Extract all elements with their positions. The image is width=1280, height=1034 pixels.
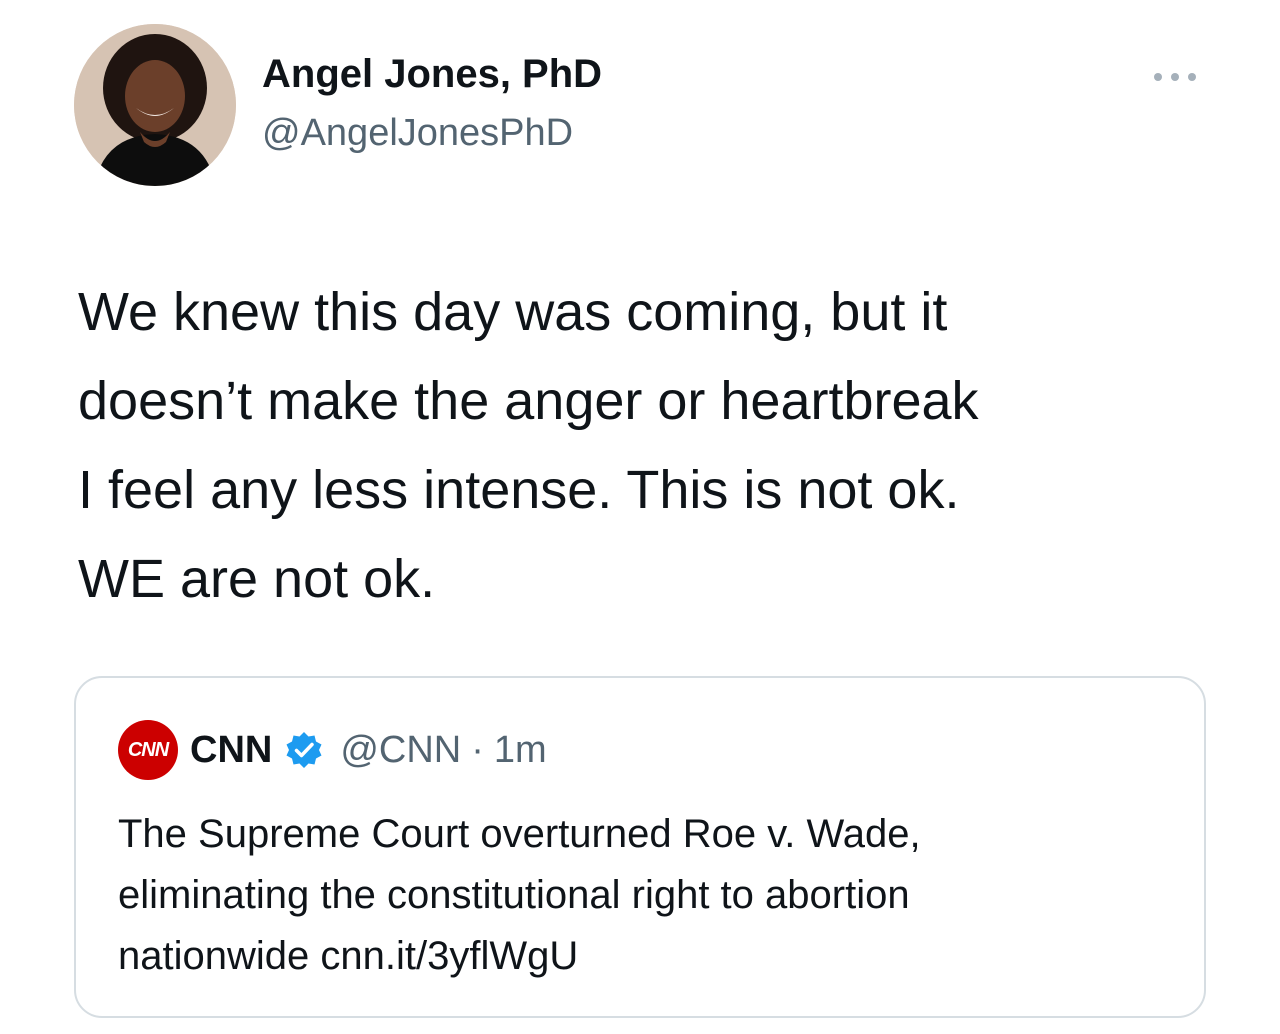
cnn-logo-text: CNN: [127, 738, 169, 761]
quoted-author-name[interactable]: CNN: [190, 729, 272, 772]
author-name[interactable]: Angel Jones, PhD: [262, 52, 602, 97]
cnn-logo-avatar[interactable]: CNN: [118, 720, 178, 780]
separator-dot: ·: [471, 728, 484, 771]
tweet: Angel Jones, PhD @AngelJonesPhD We knew …: [0, 0, 1280, 1034]
author-handle[interactable]: @AngelJonesPhD: [262, 112, 573, 155]
verified-badge-icon: [284, 730, 324, 770]
more-horizontal-icon[interactable]: [1146, 62, 1206, 92]
quoted-tweet-header: CNN CNN @CNN · 1m: [118, 720, 547, 780]
quoted-tweet-text: The Supreme Court overturned Roe v. Wade…: [118, 812, 921, 978]
quoted-tweet-card[interactable]: CNN CNN @CNN · 1m The Supreme Court over…: [74, 676, 1206, 1018]
quoted-tweet-time[interactable]: 1m: [494, 729, 547, 772]
quoted-author-handle[interactable]: @CNN: [340, 729, 461, 772]
author-avatar[interactable]: [74, 24, 236, 186]
tweet-text: We knew this day was coming, but it does…: [78, 282, 979, 609]
